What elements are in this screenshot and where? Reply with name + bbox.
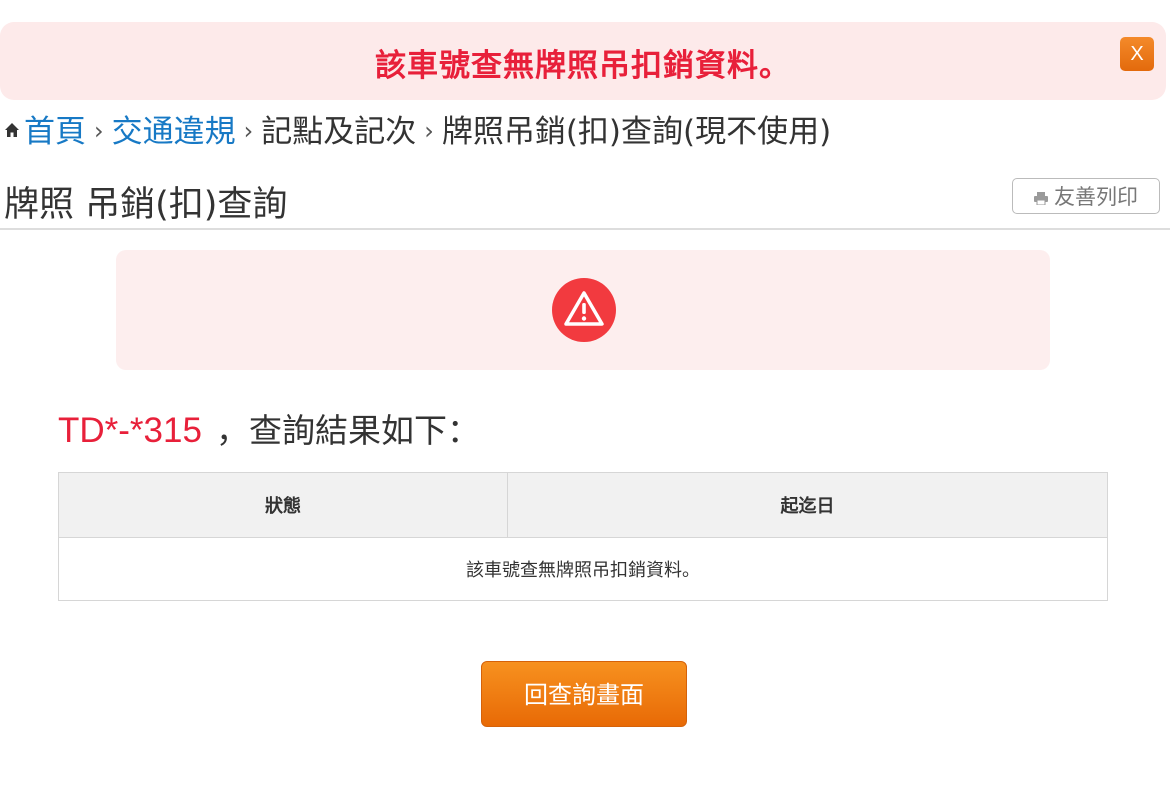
breadcrumb-separator: › [243,117,254,145]
result-table: 狀態 起迄日 該車號查無牌照吊扣銷資料。 [58,472,1108,601]
column-header-status: 狀態 [58,472,508,538]
breadcrumb-current-item: 牌照吊銷(扣)查詢(現不使用) [441,114,832,150]
breadcrumb-points-item: 記點及記次 [261,114,417,150]
table-header-row: 狀態 起迄日 [58,472,1108,538]
warning-triangle-icon [552,278,616,342]
column-header-date-range: 起迄日 [507,472,1108,538]
empty-result-cell: 該車號查無牌照吊扣銷資料。 [58,537,1108,601]
breadcrumb-traffic-violation-link[interactable]: 交通違規 [112,114,236,150]
alert-banner: 該車號查無牌照吊扣銷資料。 X [0,22,1166,100]
plate-number: TD*-*315 [58,411,202,450]
result-suffix: ，查詢結果如下： [215,411,480,450]
breadcrumb-separator: › [94,117,104,145]
close-button[interactable]: X [1120,37,1154,71]
breadcrumb-home-link[interactable]: 首頁 [24,114,86,150]
result-heading: TD*-*315 ，查詢結果如下： [58,404,480,452]
back-to-query-button[interactable]: 回查詢畫面 [481,661,687,727]
home-icon [5,123,19,137]
table-row: 該車號查無牌照吊扣銷資料。 [58,537,1108,601]
printer-icon [1034,192,1048,205]
title-divider [0,228,1170,230]
page: 該車號查無牌照吊扣銷資料。 X 首頁 › 交通違規 › 記點及記次 › 牌照吊銷(扣)查詢(… [0,0,1170,811]
breadcrumb-separator: › [424,117,434,145]
print-label: 友善列印 [1054,185,1138,209]
warning-panel [116,250,1050,370]
print-button[interactable]: 友善列印 [1012,178,1160,214]
breadcrumb: 首頁 › 交通違規 › 記點及記次 › 牌照吊銷(扣)查詢(現不使用) [4,106,831,151]
alert-message: 該車號查無牌照吊扣銷資料。 [375,48,791,84]
page-title: 牌照 吊銷(扣)查詢 [4,185,288,225]
